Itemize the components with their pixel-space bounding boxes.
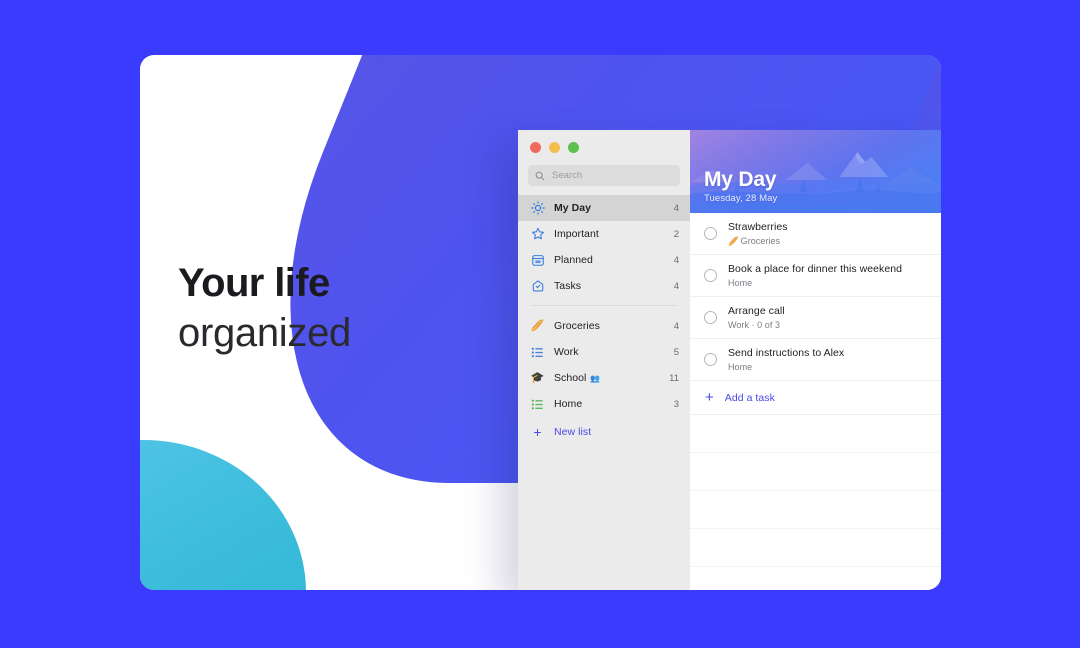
sidebar-label-important: Important [554, 228, 599, 240]
sidebar-item-school[interactable]: 🎓 School 👥 11 [518, 365, 690, 391]
add-task-label: Add a task [724, 391, 775, 404]
sidebar-label-my-day: My Day [554, 202, 592, 214]
todo-app-window: My Day 4 Important 2 [518, 130, 941, 590]
close-window-button[interactable] [530, 142, 541, 153]
task-checkbox[interactable] [704, 311, 717, 324]
add-task-button[interactable]: + Add a task [690, 381, 941, 415]
headline-line-1: Your life [178, 261, 330, 305]
task-list: Strawberries 🥖 Groceries Book a place fo… [690, 213, 941, 590]
smart-lists-nav: My Day 4 Important 2 Planned 4 Tasks 4 🥖… [518, 195, 690, 445]
empty-task-row [690, 491, 941, 529]
sidebar-item-groceries[interactable]: 🥖 Groceries 4 [518, 313, 690, 339]
sidebar-count-tasks: 4 [673, 280, 679, 292]
list-header-text: My Day Tuesday, 28 May [704, 167, 778, 204]
sidebar-item-planned[interactable]: Planned 4 [518, 247, 690, 273]
page-title: My Day [704, 167, 777, 191]
sidebar-divider [530, 305, 678, 306]
hero-card: Your life organized Search My Day 4 Impo… [140, 55, 941, 590]
sidebar-item-tasks[interactable]: Tasks 4 [518, 273, 690, 299]
teal-blob-shape [140, 440, 306, 590]
task-meta: Home [728, 362, 844, 372]
sidebar-label-groceries: Groceries [554, 320, 600, 332]
sidebar-count-school: 11 [669, 372, 679, 384]
empty-task-row [690, 415, 941, 453]
task-row[interactable]: Strawberries 🥖 Groceries [690, 213, 941, 255]
empty-task-row [690, 453, 941, 491]
blue-list-icon [530, 345, 545, 360]
plus-icon: + [533, 424, 542, 440]
task-row[interactable]: Arrange call Work · 0 of 3 [690, 297, 941, 339]
sidebar-item-home[interactable]: Home 3 [518, 391, 690, 417]
sidebar-count-important: 2 [673, 228, 679, 240]
sun-icon [530, 201, 545, 216]
sidebar-label-school: School [554, 372, 587, 384]
task-row[interactable]: Send instructions to Alex Home [690, 339, 941, 381]
sidebar-label-tasks: Tasks [554, 280, 582, 292]
sidebar-label-home: Home [554, 398, 583, 410]
screenshot-stage: Your life organized Search My Day 4 Impo… [0, 0, 1080, 648]
calendar-icon [530, 253, 545, 268]
sidebar-item-my-day[interactable]: My Day 4 [518, 195, 690, 221]
task-title: Strawberries [728, 220, 788, 233]
task-title: Book a place for dinner this weekend [728, 263, 902, 275]
window-traffic-lights [518, 130, 690, 153]
sidebar-label-planned: Planned [554, 254, 593, 266]
hero-headline: Your life organized [178, 261, 351, 355]
zoom-window-button[interactable] [568, 142, 579, 153]
sidebar-item-important[interactable]: Important 2 [518, 221, 690, 247]
sidebar-count-home: 3 [673, 398, 679, 410]
task-checkbox[interactable] [704, 353, 717, 366]
green-list-icon [530, 397, 545, 412]
sidebar-count-planned: 4 [673, 254, 679, 266]
task-meta-label: Home [728, 278, 753, 288]
new-list-button[interactable]: + New list [518, 419, 690, 445]
graduation-cap-emoji-icon: 🎓 [530, 371, 545, 384]
sidebar-count-groceries: 4 [673, 320, 679, 332]
task-texts: Arrange call Work · 0 of 3 [728, 305, 785, 330]
app-sidebar: My Day 4 Important 2 [518, 130, 690, 590]
sidebar-label-work: Work [554, 346, 579, 358]
sidebar-count-my-day: 4 [673, 202, 679, 214]
list-header: My Day Tuesday, 28 May [690, 130, 941, 213]
headline-line-2: organized [178, 310, 351, 355]
task-checkbox[interactable] [704, 227, 717, 240]
house-check-icon [530, 279, 545, 294]
task-meta: 🥖 Groceries [728, 236, 788, 247]
shared-list-people-icon: 👥 [590, 373, 601, 383]
task-checkbox[interactable] [704, 269, 717, 282]
new-list-label: New list [554, 426, 592, 438]
empty-task-row [690, 529, 941, 567]
task-meta: Work · 0 of 3 [728, 320, 785, 330]
task-texts: Send instructions to Alex Home [728, 347, 844, 372]
sidebar-count-work: 5 [673, 346, 679, 358]
minimize-window-button[interactable] [549, 142, 560, 153]
task-meta-label: Home [728, 362, 753, 372]
search-bar[interactable] [528, 165, 680, 186]
plus-icon: + [705, 389, 714, 406]
task-texts: Book a place for dinner this weekend Hom… [728, 263, 902, 288]
task-title: Send instructions to Alex [728, 347, 845, 359]
task-texts: Strawberries 🥖 Groceries [728, 221, 788, 247]
app-detail-pane: My Day Tuesday, 28 May Strawberries 🥖 Gr… [690, 130, 941, 590]
star-icon [530, 227, 545, 242]
task-meta-label: Groceries [740, 236, 781, 246]
task-row[interactable]: Book a place for dinner this weekend Hom… [690, 255, 941, 297]
baguette-emoji-icon: 🥖 [728, 235, 739, 246]
task-meta: Home [728, 278, 902, 288]
baguette-emoji-icon: 🥖 [530, 319, 545, 332]
task-title: Arrange call [728, 305, 785, 317]
empty-task-row [690, 567, 941, 590]
search-icon [535, 171, 545, 181]
sidebar-item-work[interactable]: Work 5 [518, 339, 690, 365]
search-input[interactable] [552, 170, 673, 181]
task-meta-label: Work · 0 of 3 [728, 320, 780, 330]
header-date: Tuesday, 28 May [704, 193, 778, 204]
